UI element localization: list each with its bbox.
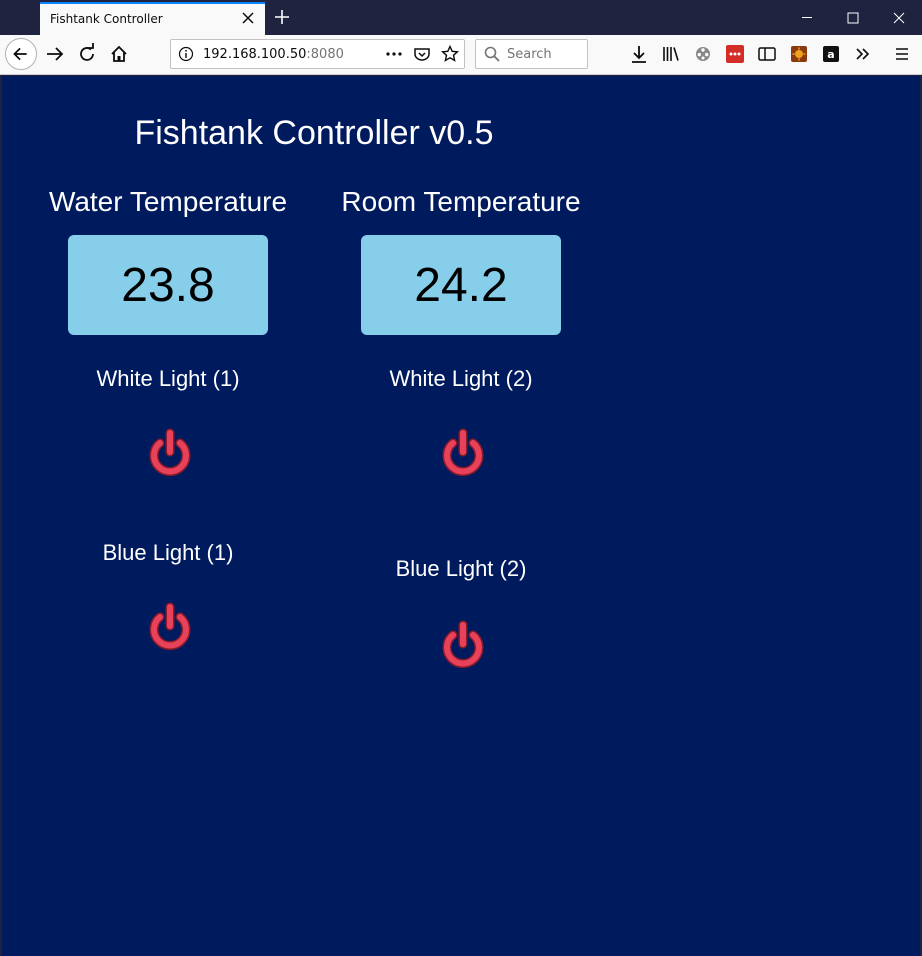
maximize-icon[interactable]: [830, 0, 876, 35]
film-reel-icon[interactable]: [688, 39, 718, 69]
hamburger-menu-icon[interactable]: [887, 39, 917, 69]
extension-sun-icon[interactable]: [784, 39, 814, 69]
white-light-2-label: White Light (2): [389, 366, 533, 391]
white-light-2-power-icon[interactable]: [436, 426, 490, 480]
url-port: :8080: [306, 47, 344, 62]
reader-view-icon[interactable]: [752, 39, 782, 69]
info-icon[interactable]: [178, 46, 194, 62]
new-tab-icon[interactable]: [271, 6, 293, 28]
window-close-icon[interactable]: [876, 0, 922, 35]
room-temperature-heading: Room Temperature: [341, 186, 581, 217]
overflow-chevron-icon[interactable]: [848, 39, 878, 69]
search-placeholder: Search: [507, 47, 552, 62]
title-bar: Fishtank Controller: [0, 0, 922, 35]
water-temperature-value: 23.8: [68, 235, 268, 335]
url-host: 192.168.100.50: [203, 47, 307, 62]
white-light-1-label: White Light (1): [96, 366, 240, 391]
svg-text:a: a: [827, 48, 834, 61]
lastpass-icon[interactable]: [720, 39, 750, 69]
pocket-icon[interactable]: [413, 46, 431, 62]
page-content: Fishtank Controller v0.5 Water Temperatu…: [2, 76, 920, 956]
minimize-icon[interactable]: [784, 0, 830, 35]
amazon-icon[interactable]: a: [816, 39, 846, 69]
water-temperature-heading: Water Temperature: [48, 186, 288, 217]
bookmark-star-icon[interactable]: [441, 45, 459, 63]
forward-icon[interactable]: [40, 39, 70, 69]
tab-title: Fishtank Controller: [50, 12, 163, 26]
blue-light-1-power-icon[interactable]: [143, 600, 197, 654]
home-icon[interactable]: [104, 39, 134, 69]
more-actions-icon[interactable]: [385, 46, 403, 62]
browser-tab[interactable]: Fishtank Controller: [40, 2, 265, 35]
blue-light-2-label: Blue Light (2): [395, 556, 527, 581]
close-icon[interactable]: [239, 9, 257, 27]
page-title: Fishtank Controller v0.5: [134, 114, 494, 152]
library-icon[interactable]: [656, 39, 686, 69]
nav-toolbar: 192.168.100.50:8080 Search a: [0, 35, 922, 75]
white-light-1-power-icon[interactable]: [143, 426, 197, 480]
url-text[interactable]: 192.168.100.50:8080: [203, 47, 344, 62]
url-bar[interactable]: 192.168.100.50:8080: [170, 39, 465, 69]
reload-icon[interactable]: [72, 39, 102, 69]
back-icon[interactable]: [5, 38, 37, 70]
blue-light-1-label: Blue Light (1): [102, 540, 234, 565]
search-icon: [484, 46, 500, 62]
download-icon[interactable]: [624, 39, 654, 69]
room-temperature-value: 24.2: [361, 235, 561, 335]
search-bar[interactable]: Search: [475, 39, 588, 69]
blue-light-2-power-icon[interactable]: [436, 618, 490, 672]
